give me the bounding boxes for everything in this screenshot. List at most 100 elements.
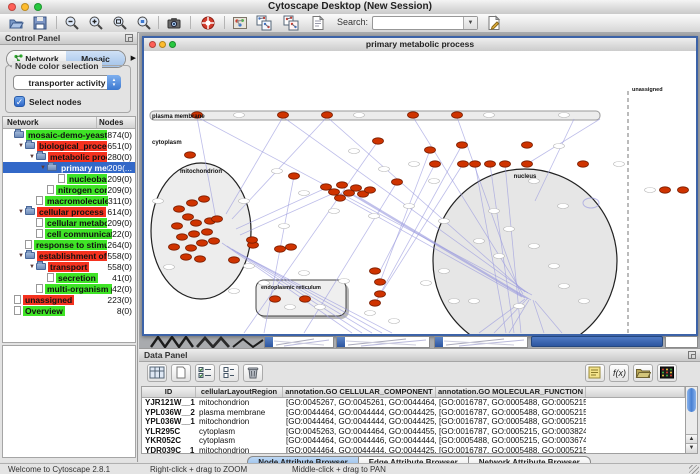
tree-row[interactable]: ▼cellular process614(0)	[3, 206, 135, 217]
network-window[interactable]: primary metabolic process	[142, 36, 698, 336]
export-network-icon[interactable]	[283, 15, 299, 31]
birdseye-view[interactable]	[2, 345, 136, 458]
minimized-network-thumbnail[interactable]	[149, 336, 269, 348]
select-nodes-checkbox[interactable]: ✓	[14, 96, 25, 107]
tree-row[interactable]: unassigned223(0)	[3, 294, 135, 305]
new-attribute-icon[interactable]	[171, 364, 191, 382]
expand-triangle-icon[interactable]: ▼	[28, 264, 36, 270]
network-node[interactable]	[169, 244, 180, 250]
background-window[interactable]	[264, 336, 334, 348]
network-node[interactable]	[300, 296, 311, 302]
expand-triangle-icon[interactable]: ▼	[17, 253, 25, 259]
matrix-icon[interactable]	[657, 364, 677, 382]
network-node[interactable]	[229, 257, 240, 263]
float-data-panel-icon[interactable]	[688, 351, 696, 359]
network-node[interactable]	[187, 200, 198, 206]
network-node[interactable]	[458, 161, 469, 167]
tree-row[interactable]: ▼metabolic process280(0)	[3, 151, 135, 162]
network-node[interactable]	[660, 187, 671, 193]
network-node[interactable]	[335, 195, 346, 201]
background-window[interactable]	[434, 336, 528, 348]
background-window-corner[interactable]	[665, 336, 698, 348]
float-panel-icon[interactable]	[125, 34, 133, 42]
open-folder-icon[interactable]	[8, 15, 24, 31]
edge[interactable]	[226, 117, 283, 214]
edge[interactable]	[236, 188, 326, 229]
vizmapper-icon[interactable]	[232, 15, 248, 31]
tree-row[interactable]: response to stimulu264(0)	[3, 239, 135, 250]
network-node[interactable]	[197, 240, 208, 246]
network-node[interactable]	[578, 161, 589, 167]
tree-row[interactable]: Overview8(0)	[3, 305, 135, 316]
network-node[interactable]	[212, 216, 223, 222]
tree-row[interactable]: nitrogen compo209(0)	[3, 184, 135, 195]
network-node[interactable]	[370, 268, 381, 274]
edge[interactable]	[232, 117, 327, 219]
network-canvas[interactable]: plasma membrane cytoplasm mitochondrion …	[144, 51, 696, 334]
show-columns-icon[interactable]	[147, 364, 167, 382]
expand-triangle-icon[interactable]: ▼	[39, 165, 47, 171]
search-config-icon[interactable]	[486, 15, 502, 31]
network-node[interactable]	[195, 256, 206, 262]
table-column-header[interactable]: annotation.GO CELLULAR_COMPONENT	[283, 387, 436, 397]
import-attributes-folder-icon[interactable]	[633, 364, 653, 382]
tree-row[interactable]: cellular metabo209(0)	[3, 217, 135, 228]
search-input[interactable]	[374, 17, 464, 28]
expand-triangle-icon[interactable]: ▼	[17, 143, 25, 149]
network-node[interactable]	[365, 187, 376, 193]
network-node[interactable]	[337, 182, 348, 188]
annotation-icon[interactable]	[310, 15, 326, 31]
network-node[interactable]	[321, 184, 332, 190]
network-window-titlebar[interactable]: primary metabolic process	[144, 38, 696, 52]
network-node[interactable]	[278, 112, 289, 118]
network-node[interactable]	[500, 161, 511, 167]
network-node[interactable]	[172, 223, 183, 229]
background-window[interactable]	[336, 336, 430, 348]
network-node[interactable]	[452, 112, 463, 118]
resize-grip[interactable]	[689, 465, 699, 474]
network-node[interactable]	[174, 206, 185, 212]
network-node[interactable]	[457, 142, 468, 148]
window-titlebar[interactable]: Cytoscape Desktop (New Session)	[0, 0, 700, 15]
select-attributes-icon[interactable]	[195, 364, 215, 382]
network-node[interactable]	[470, 161, 481, 167]
tree-row[interactable]: mosaic-demo-yeast874(0)	[3, 129, 135, 140]
tree-row[interactable]: ▼establishment of lo558(0)	[3, 250, 135, 261]
unselect-attributes-icon[interactable]	[219, 364, 239, 382]
table-scrollbar[interactable]: ▲ ▼	[685, 386, 698, 454]
network-node[interactable]	[373, 138, 384, 144]
help-lifering-icon[interactable]	[200, 15, 216, 31]
notes-icon[interactable]	[585, 364, 605, 382]
import-network-icon[interactable]	[256, 15, 272, 31]
network-node[interactable]	[270, 296, 281, 302]
edge[interactable]	[240, 193, 334, 235]
edge[interactable]	[304, 182, 397, 333]
table-row[interactable]: YKR052Ccytoplasm[GO:0044464, GO:0044446,…	[142, 436, 685, 446]
network-node[interactable]	[408, 112, 419, 118]
network-node[interactable]	[678, 187, 689, 193]
network-node[interactable]	[275, 246, 286, 252]
network-node[interactable]	[375, 279, 386, 285]
network-node[interactable]	[185, 152, 196, 158]
tree-row[interactable]: nucleobase-209(0)	[3, 173, 135, 184]
search-dropdown-arrow-icon[interactable]: ▼	[463, 17, 477, 29]
network-node[interactable]	[370, 300, 381, 306]
function-builder-icon[interactable]: f(x)	[609, 364, 629, 382]
network-node[interactable]	[189, 231, 200, 237]
network-node[interactable]	[351, 185, 362, 191]
table-row[interactable]: YLR295Ccytoplasm[GO:0045263, GO:0044464,…	[142, 427, 685, 437]
network-node[interactable]	[425, 147, 436, 153]
network-node[interactable]	[522, 161, 533, 167]
network-node[interactable]	[286, 244, 297, 250]
node-color-dropdown[interactable]: transporter activity ▲▼	[13, 75, 121, 90]
scrollbar-thumb[interactable]	[687, 388, 696, 412]
network-node[interactable]	[181, 254, 192, 260]
tree-row[interactable]: cell communicat22(0)	[3, 228, 135, 239]
snapshot-camera-icon[interactable]	[166, 15, 182, 31]
network-node[interactable]	[430, 161, 441, 167]
tabs-overflow-arrow-icon[interactable]: ▶	[131, 54, 136, 62]
network-node[interactable]	[289, 173, 300, 179]
table-column-header[interactable]: annotation.GO MOLECULAR_FUNCTION	[436, 387, 586, 397]
tree-row[interactable]: ▼transport558(0)	[3, 261, 135, 272]
tree-row[interactable]: multi-organism pro42(0)	[3, 283, 135, 294]
